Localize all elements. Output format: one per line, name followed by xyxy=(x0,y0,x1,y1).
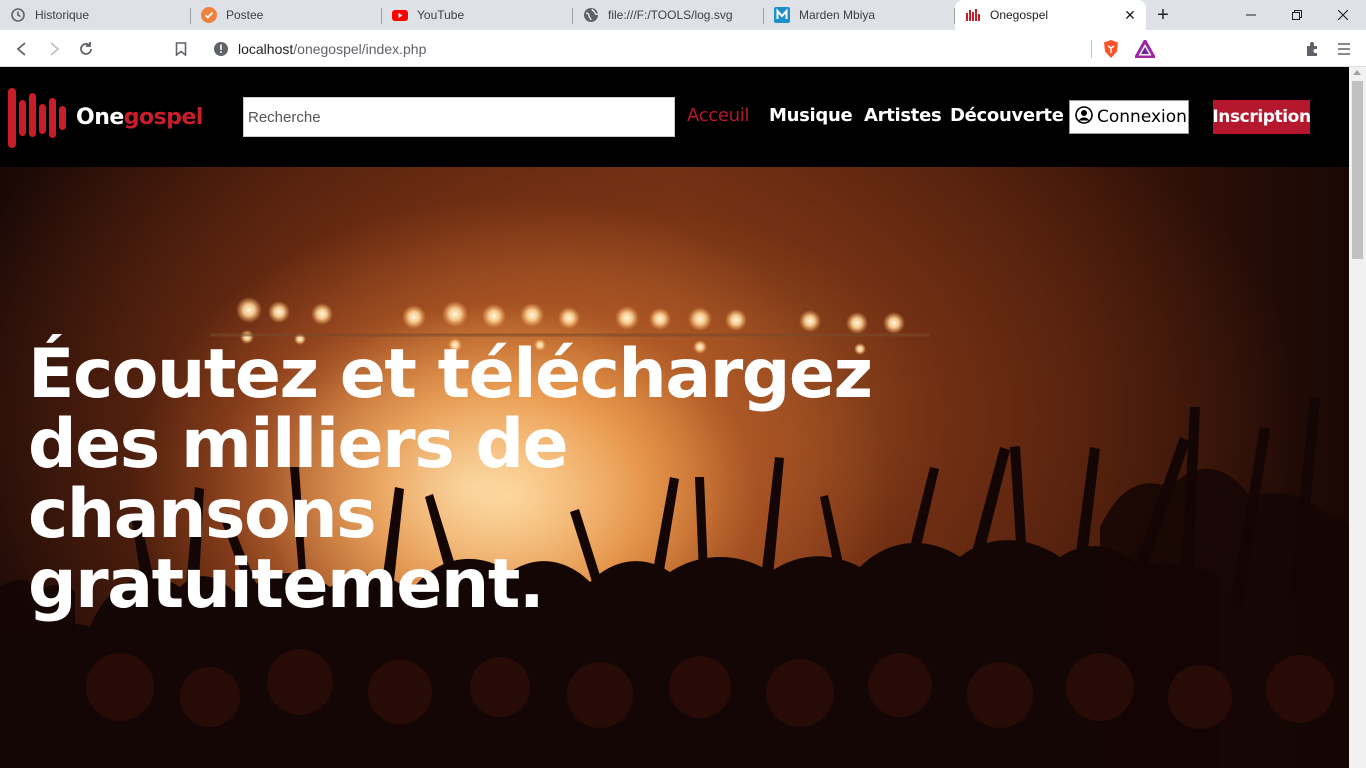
brave-rewards-icon[interactable] xyxy=(1133,37,1157,61)
new-tab-button[interactable]: + xyxy=(1146,0,1180,30)
connexion-label: Connexion xyxy=(1097,107,1187,127)
brave-shield-icon[interactable] xyxy=(1099,37,1123,61)
info-icon[interactable] xyxy=(213,41,229,57)
m-icon xyxy=(774,7,790,23)
connexion-button[interactable]: Connexion xyxy=(1069,100,1189,134)
site-navbar: Onegospel Acceuil Musique Artistes Décou… xyxy=(0,67,1349,167)
omnibox-divider xyxy=(1091,40,1092,58)
close-window-icon[interactable] xyxy=(1320,0,1366,30)
web-page: Onegospel Acceuil Musique Artistes Décou… xyxy=(0,67,1349,768)
logo-text: Onegospel xyxy=(76,105,203,130)
tab-onegospel[interactable]: Onegospel ✕ xyxy=(955,0,1146,30)
postee-icon xyxy=(201,7,217,23)
logo-bars-icon xyxy=(8,88,66,148)
url-text: localhost/onegospel/index.php xyxy=(238,41,426,57)
scroll-up-icon[interactable] xyxy=(1353,70,1361,75)
user-circle-icon xyxy=(1075,105,1093,129)
extensions-icon[interactable] xyxy=(1300,37,1324,61)
hero-banner: Écoutez et téléchargez des milliers de c… xyxy=(0,167,1349,768)
tab-title: YouTube xyxy=(417,8,465,22)
logo-text-one: One xyxy=(76,104,124,130)
scroll-thumb[interactable] xyxy=(1352,81,1363,259)
address-bar[interactable]: localhost/onegospel/index.php xyxy=(203,34,1163,63)
tab-title: Onegospel xyxy=(990,8,1049,22)
browser-tab-strip: Historique Postee YouTube file:///F:/TOO… xyxy=(0,0,1366,30)
nav-link-musique[interactable]: Musique xyxy=(769,105,853,126)
menu-icon[interactable] xyxy=(1332,37,1356,61)
history-icon xyxy=(10,7,26,23)
browser-toolbar: localhost/onegospel/index.php xyxy=(0,30,1366,67)
tab-historique[interactable]: Historique xyxy=(0,0,191,30)
bookmark-icon[interactable] xyxy=(169,37,193,61)
tab-title: Postee xyxy=(226,8,264,22)
tab-title: Historique xyxy=(35,8,90,22)
minimize-icon[interactable] xyxy=(1228,0,1274,30)
nav-link-decouverte[interactable]: Découverte xyxy=(950,105,1064,126)
onegospel-icon xyxy=(965,7,981,23)
tab-postee[interactable]: Postee xyxy=(191,0,382,30)
tab-marden-mbiya[interactable]: Marden Mbiya xyxy=(764,0,955,30)
nav-link-artistes[interactable]: Artistes xyxy=(864,105,942,126)
hero-headline: Écoutez et téléchargez des milliers de c… xyxy=(28,340,928,620)
tab-title: Marden Mbiya xyxy=(799,8,876,22)
hero-headline-line2: des milliers de chansons xyxy=(28,405,569,554)
tab-log-svg[interactable]: file:///F:/TOOLS/log.svg xyxy=(573,0,764,30)
nav-link-accueil[interactable]: Acceuil xyxy=(687,105,749,126)
page-scrollbar[interactable] xyxy=(1349,67,1366,768)
tab-youtube[interactable]: YouTube xyxy=(382,0,573,30)
globe-icon xyxy=(583,7,599,23)
close-tab-icon[interactable]: ✕ xyxy=(1122,7,1138,23)
restore-icon[interactable] xyxy=(1274,0,1320,30)
inscription-button[interactable]: Inscription xyxy=(1212,100,1311,134)
hero-headline-line3: gratuitement. xyxy=(28,545,545,624)
reload-icon[interactable] xyxy=(74,37,98,61)
youtube-icon xyxy=(392,7,408,23)
hero-headline-line1: Écoutez et téléchargez xyxy=(28,335,873,414)
forward-icon[interactable] xyxy=(42,37,66,61)
url-path: /onegospel/index.php xyxy=(293,40,427,57)
tab-title: file:///F:/TOOLS/log.svg xyxy=(608,8,733,22)
logo-text-gospel: gospel xyxy=(123,104,204,130)
site-logo[interactable]: Onegospel xyxy=(8,84,203,150)
search-input[interactable] xyxy=(243,97,675,137)
back-icon[interactable] xyxy=(10,37,34,61)
url-host: localhost xyxy=(238,40,294,57)
